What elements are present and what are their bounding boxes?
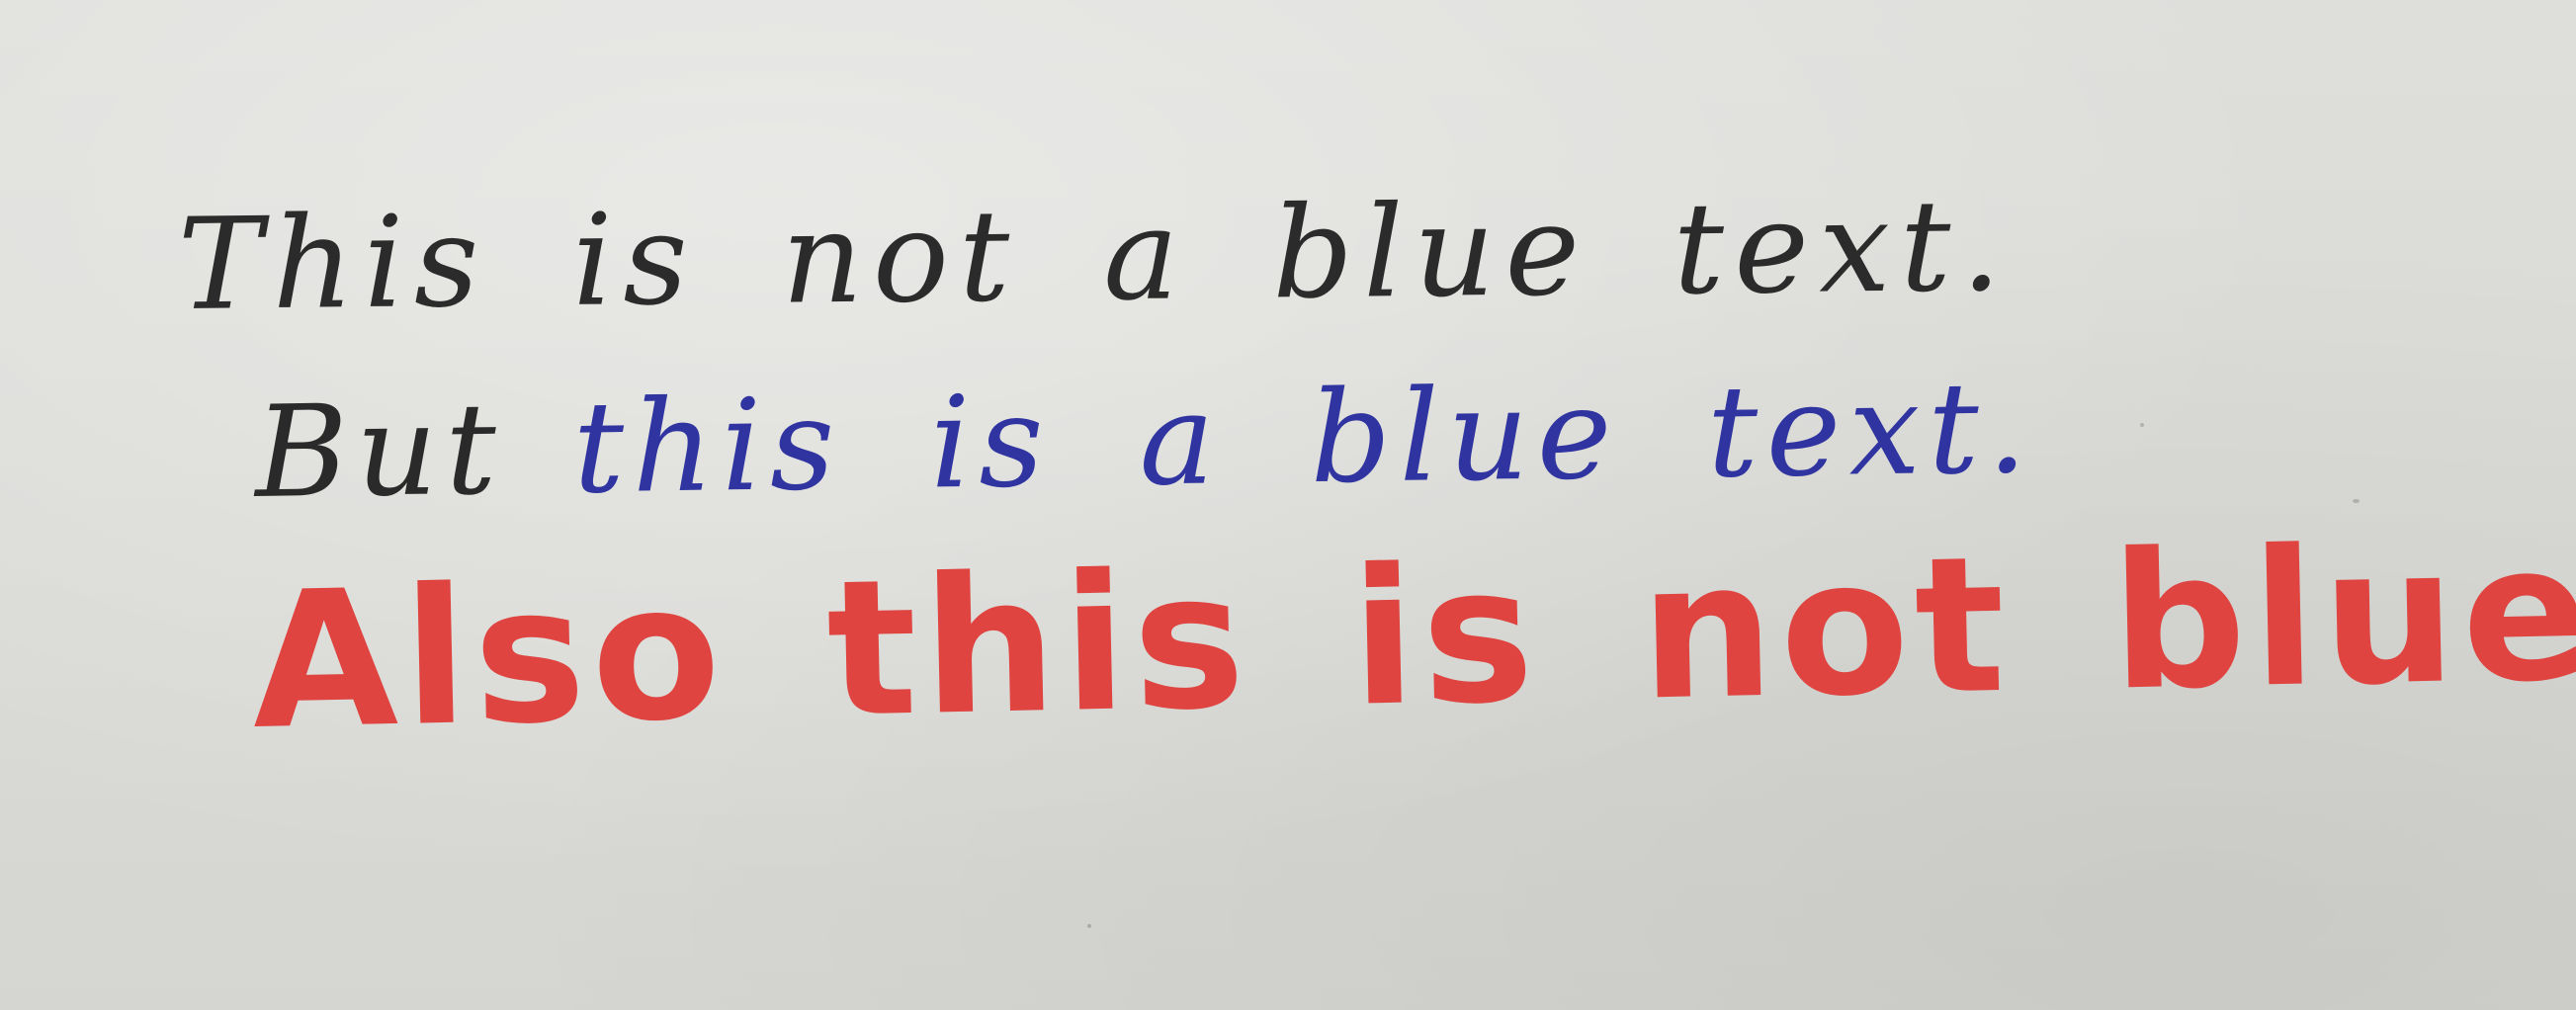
handwritten-line-mixed: But this is a blue text. (254, 355, 2036, 527)
handwritten-word-black: But (253, 376, 505, 527)
handwritten-phrase-blue: this is a blue text. (571, 354, 2036, 523)
paper-speck (1087, 924, 1091, 928)
paper-background: This is not a blue text. But this is a bl… (0, 0, 2576, 1010)
handwritten-line-black: This is not a blue text. (177, 172, 2012, 339)
paper-speck (2353, 499, 2360, 503)
paper-speck (2140, 423, 2144, 427)
marker-line-red: Also this is not blue. (249, 501, 2576, 771)
